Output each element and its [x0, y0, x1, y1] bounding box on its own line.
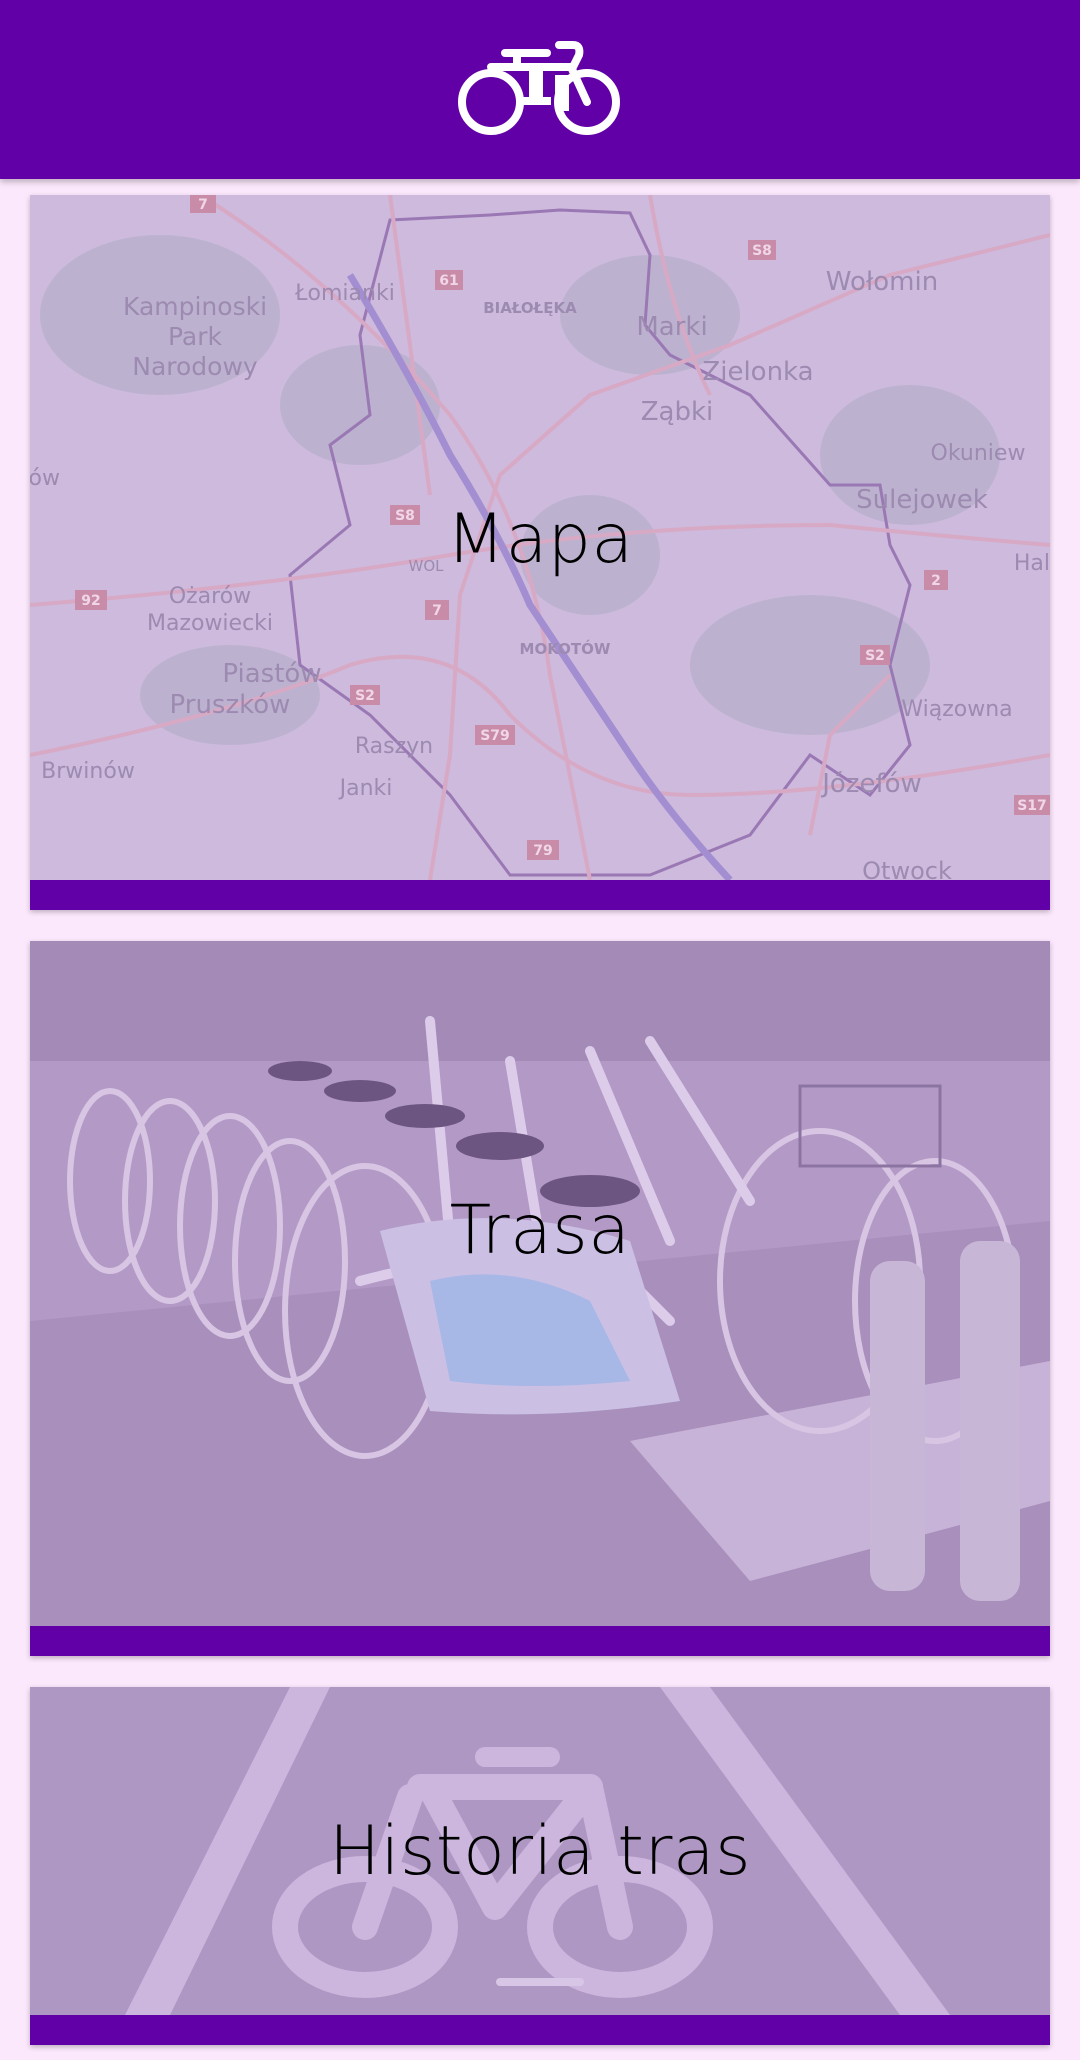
svg-text:7: 7 — [198, 197, 208, 213]
bicycle-icon — [458, 40, 620, 135]
svg-text:Janki: Janki — [338, 776, 393, 801]
svg-text:Marki: Marki — [636, 312, 707, 342]
svg-text:Raszyn: Raszyn — [355, 734, 433, 759]
svg-text:S2: S2 — [865, 648, 885, 664]
route-history-card-accent-bar — [30, 2015, 1050, 2045]
svg-text:Kampinoski: Kampinoski — [123, 292, 267, 321]
svg-text:Łomianki: Łomianki — [294, 281, 395, 306]
svg-text:Zielonka: Zielonka — [702, 357, 813, 387]
svg-text:S17: S17 — [1017, 798, 1047, 814]
route-card-label: Trasa — [449, 1191, 631, 1270]
svg-text:S2: S2 — [355, 688, 375, 704]
svg-text:Ożarów: Ożarów — [169, 584, 251, 609]
svg-text:Okuniew: Okuniew — [931, 441, 1026, 466]
svg-text:BIAŁOŁĘKA: BIAŁOŁĘKA — [483, 299, 577, 317]
svg-text:79: 79 — [533, 843, 552, 859]
route-history-card-label: Historia tras — [328, 1812, 752, 1891]
svg-text:7: 7 — [432, 603, 442, 619]
svg-text:MOKOTÓW: MOKOTÓW — [520, 639, 611, 658]
svg-text:Ząbki: Ząbki — [641, 397, 714, 427]
svg-text:Narodowy: Narodowy — [132, 352, 258, 381]
svg-text:Józefów: Józefów — [820, 769, 922, 799]
svg-text:Park: Park — [168, 322, 223, 351]
map-card-accent-bar — [30, 880, 1050, 910]
svg-text:61: 61 — [439, 273, 458, 289]
svg-text:Piastów: Piastów — [222, 659, 321, 689]
svg-text:Mazowiecki: Mazowiecki — [147, 611, 273, 636]
route-card[interactable]: Trasa — [30, 941, 1050, 1656]
svg-text:Wołomin: Wołomin — [826, 267, 938, 297]
svg-text:Wiązowna: Wiązowna — [901, 697, 1012, 722]
app-bar — [0, 0, 1080, 179]
map-card-label: Mapa — [446, 500, 634, 579]
svg-text:rów: rów — [30, 466, 60, 491]
bike-rack-image — [30, 941, 1050, 1626]
route-card-accent-bar — [30, 1626, 1050, 1656]
svg-text:92: 92 — [81, 593, 100, 609]
svg-text:Otwock: Otwock — [862, 857, 952, 880]
svg-text:S8: S8 — [752, 243, 772, 259]
svg-text:Pruszków: Pruszków — [170, 690, 291, 720]
svg-text:Brwinów: Brwinów — [41, 759, 135, 784]
route-history-card[interactable]: Historia tras — [30, 1687, 1050, 2045]
map-card[interactable]: 7 61 S8 S8 2 92 7 S2 S2 S79 S17 79 Kampi… — [30, 195, 1050, 910]
svg-text:S79: S79 — [480, 728, 510, 744]
